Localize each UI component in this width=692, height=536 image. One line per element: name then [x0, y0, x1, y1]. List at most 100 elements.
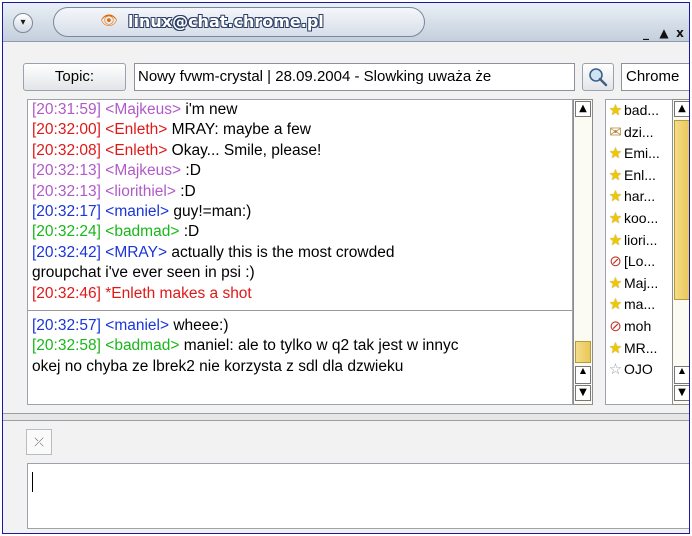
roster-scroll-down-arrow[interactable]: ▼ [674, 385, 689, 401]
message-nick: <badmad> [105, 337, 180, 355]
participant-item[interactable]: ★ Enl... [606, 165, 672, 187]
participant-name: OJO [624, 361, 653, 378]
participant-item[interactable]: ★ koo... [606, 208, 672, 230]
message-timestamp: [20:32:58] [32, 337, 101, 355]
busy-icon: ⊘ [609, 253, 622, 271]
grey-icon: ☆ [608, 361, 623, 379]
topic-field[interactable]: Nowy fvwm-crystal | 28.09.2004 - Slowkin… [134, 63, 575, 91]
message-timestamp: [20:32:13] [32, 162, 101, 180]
message-timestamp: [20:32:08] [32, 141, 101, 159]
close-button[interactable]: x [673, 27, 687, 41]
participant-name: Enl... [624, 166, 656, 183]
nickname-field[interactable]: Chrome [621, 63, 689, 91]
participant-item[interactable]: ★ bad... [606, 100, 672, 122]
message-timestamp: [20:32:00] [32, 121, 101, 139]
chat-message: [20:32:58] <badmad> maniel: ale to tylko… [28, 336, 572, 356]
participant-item[interactable]: ⊘ [Lo... [606, 251, 672, 273]
participant-name: ma... [624, 296, 656, 313]
eye-icon: 👁 [100, 13, 118, 29]
participant-name: koo... [624, 209, 659, 226]
message-nick: <Enleth> [105, 121, 168, 139]
message-nick: <Majkeus> [105, 162, 182, 180]
chat-log[interactable]: [20:31:59] <Majkeus> i'm new [20:32:00] <… [27, 99, 573, 405]
participant-name: dzi... [624, 123, 654, 140]
busy-icon: ⊘ [609, 317, 622, 335]
chat-message: [20:32:08] <Enleth> Okay... Smile, pleas… [28, 141, 572, 161]
message-nick: <Enleth> [105, 141, 168, 159]
title-bar[interactable]: ▾ 👁 linux@chat.chrome.pl _ ▲ x [3, 3, 689, 42]
chat-message: [20:32:13] <Majkeus> :D [28, 161, 572, 181]
chat-message: [20:32:57] <maniel> wheee:) [28, 316, 572, 336]
star-icon: ★ [608, 188, 623, 206]
participant-name: moh [624, 317, 652, 334]
message-continuation: groupchat i've ever seen in psi :) [32, 264, 255, 282]
participant-items: ★ bad... ✉ dzi... ★ Emi... ★ Enl... ★ har... ★ koo.… [606, 100, 672, 381]
text-caret [32, 472, 33, 492]
message-timestamp: [20:32:17] [32, 203, 101, 221]
message-continuation: okej no chyba ze lbrek2 nie korzysta z s… [32, 357, 404, 375]
message-timestamp: [20:32:42] [32, 243, 101, 261]
log-scroll-down-arrow[interactable]: ▼ [575, 385, 591, 401]
chat-message: [20:32:46] *Enleth makes a shot [28, 284, 572, 304]
participant-item[interactable]: ✉ dzi... [606, 122, 672, 144]
star-icon: ★ [608, 166, 623, 184]
participant-item[interactable]: ★ Maj... [606, 273, 672, 295]
star-icon: ★ [608, 274, 623, 292]
star-icon: ★ [608, 231, 623, 249]
window-menu-button[interactable]: ▾ [13, 13, 33, 33]
roster-scroll-thumb[interactable] [674, 120, 689, 300]
roster-scroll-down-up-arrow[interactable]: ▲ [674, 366, 689, 384]
title-pill: 👁 linux@chat.chrome.pl [53, 7, 425, 37]
message-nick: <maniel> [105, 317, 170, 335]
log-scroll-thumb[interactable] [575, 341, 591, 363]
message-text: maniel: ale to tylko w q2 tak jest w inn… [183, 337, 459, 355]
participant-name: bad... [624, 102, 660, 118]
message-text: MRAY: maybe a few [171, 121, 311, 139]
log-messages: [20:31:59] <Majkeus> i'm new [20:32:00] <… [28, 100, 572, 304]
maximize-button[interactable]: ▲ [657, 27, 671, 41]
star-icon: ★ [608, 296, 623, 314]
message-text: :D [185, 162, 201, 180]
find-button[interactable] [582, 63, 614, 91]
log-scroll-up-arrow[interactable]: ▲ [575, 101, 591, 117]
message-nick: <liorithiel> [105, 182, 176, 200]
message-timestamp: [20:32:57] [32, 317, 101, 335]
minimize-button[interactable]: _ [639, 27, 653, 41]
message-nick: <Majkeus> [105, 101, 182, 118]
participant-list[interactable]: ★ bad... ✉ dzi... ★ Emi... ★ Enl... ★ har... ★ koo.… [605, 99, 673, 405]
message-timestamp: [20:32:24] [32, 223, 101, 241]
message-text: actually this is the most crowded [171, 243, 395, 261]
participant-item[interactable]: ★ har... [606, 186, 672, 208]
participant-name: Emi... [624, 145, 660, 162]
message-text: guy!=man:) [173, 203, 252, 221]
log-messages-new: [20:32:57] <maniel> wheee:) [20:32:58] <b… [28, 316, 572, 377]
star-icon: ★ [608, 339, 623, 357]
participant-item[interactable]: ★ ma... [606, 294, 672, 316]
star-icon: ★ [608, 102, 623, 119]
message-timestamp: [20:31:59] [32, 101, 101, 118]
unread-separator [28, 310, 572, 312]
chat-message: [20:32:17] <maniel> guy!=man:) [28, 202, 572, 222]
chat-window: ▾ 👁 linux@chat.chrome.pl _ ▲ x Topic: No… [2, 2, 690, 534]
topic-button[interactable]: Topic: [23, 63, 126, 91]
message-text: i'm new [185, 101, 238, 118]
clear-button[interactable]: ⤫ [26, 429, 52, 455]
pane-splitter[interactable] [3, 413, 689, 421]
message-nick: *Enleth makes a shot [105, 284, 252, 302]
participant-item[interactable]: ★ liori... [606, 230, 672, 252]
participant-name: liori... [624, 231, 658, 248]
away-icon: ✉ [609, 123, 622, 141]
participant-item[interactable]: ☆ OJO [606, 359, 672, 381]
message-nick: <badmad> [105, 223, 180, 241]
log-scroll-down-up-arrow[interactable]: ▲ [575, 366, 591, 384]
log-scrollbar[interactable]: ▲ ▲ ▼ [573, 99, 593, 405]
message-input[interactable] [27, 463, 689, 529]
participant-item[interactable]: ★ Emi... [606, 143, 672, 165]
roster-scrollbar[interactable]: ▲ ▲ ▼ [672, 99, 689, 405]
roster-scroll-up-arrow[interactable]: ▲ [674, 101, 689, 117]
message-text: Okay... Smile, please! [171, 141, 322, 159]
participant-item[interactable]: ⊘ moh [606, 316, 672, 338]
participant-name: [Lo... [624, 253, 656, 270]
participant-item[interactable]: ★ MR... [606, 338, 672, 360]
participant-name: har... [624, 188, 656, 205]
